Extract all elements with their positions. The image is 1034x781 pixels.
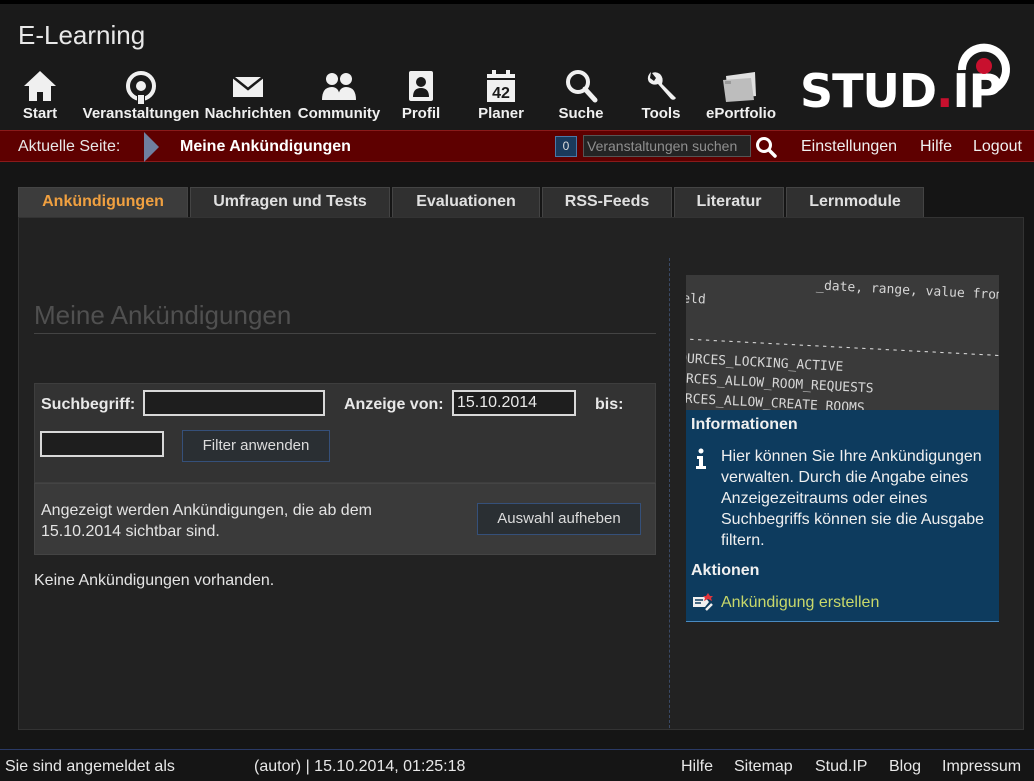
nav-label: Nachrichten (204, 105, 292, 122)
nav-label: Suche (558, 105, 604, 122)
courses-icon (81, 68, 201, 104)
link-einstellungen[interactable]: Einstellungen (801, 138, 897, 156)
logo-ring-icon (957, 43, 1010, 92)
course-search-button[interactable] (754, 135, 778, 159)
footer-link-studip[interactable]: Stud.IP (815, 758, 867, 776)
display-from-label: Anzeige von: (344, 396, 444, 413)
info-icon (696, 448, 706, 469)
nav-label: Veranstaltungen (82, 105, 200, 122)
footer-link-blog[interactable]: Blog (889, 758, 921, 776)
mail-icon (203, 68, 293, 104)
footer-link-hilfe[interactable]: Hilfe (681, 758, 713, 776)
nav-label: ePortfolio (706, 105, 776, 122)
nav-nachrichten[interactable]: Nachrichten (203, 68, 293, 128)
footer-logged-in-text: Sie sind angemeldet als (5, 758, 175, 775)
sidebar: _date, range, value from co ield -------… (686, 275, 999, 622)
nav-start[interactable]: Start (17, 68, 63, 128)
search-icon (756, 137, 777, 158)
clear-selection-button[interactable]: Auswahl aufheben (477, 503, 641, 535)
display-to-input[interactable] (40, 431, 164, 457)
tab-evaluationen[interactable]: Evaluationen (392, 187, 540, 217)
nav-eportfolio[interactable]: ePortfolio (704, 68, 778, 128)
display-to-label: bis: (595, 396, 624, 413)
search-term-label: Suchbegriff: (41, 396, 136, 413)
tab-literatur[interactable]: Literatur (674, 187, 784, 217)
footer-role-time: (autor) | 15.10.2014, 01:25:18 (254, 758, 466, 775)
breadcrumb-label: Aktuelle Seite: (18, 138, 121, 155)
filter-info-box: Angezeigt werden Ankündigungen, die ab d… (34, 483, 656, 555)
nav-label: Start (22, 105, 58, 122)
content-divider (669, 258, 670, 728)
empty-state-text: Keine Ankündigungen vorhanden. (34, 572, 275, 589)
wrench-icon (636, 68, 686, 104)
home-icon (17, 68, 63, 104)
nav-veranstaltungen[interactable]: Veranstaltungen (81, 68, 201, 128)
sidebar-actions-heading: Aktionen (691, 562, 760, 579)
display-from-input[interactable] (452, 390, 576, 416)
footer: Sie sind angemeldet als (autor) | 15.10.… (0, 749, 1034, 781)
tab-umfragen-und-tests[interactable]: Umfragen und Tests (190, 187, 390, 217)
community-icon (297, 68, 381, 104)
create-announcement-label: Ankündigung erstellen (721, 594, 880, 611)
tab-ankuendigungen[interactable]: Ankündigungen (18, 187, 188, 217)
content-panel: Meine Ankündigungen Suchbegriff: Anzeige… (18, 217, 1024, 730)
page-title: Meine Ankündigungen (34, 300, 656, 334)
calendar-icon: 42 (474, 68, 528, 104)
sidebar-image: _date, range, value from co ield -------… (686, 275, 999, 410)
studip-logo[interactable]: STUD.IP (800, 38, 1015, 118)
filter-form: Suchbegriff: Anzeige von: bis: Filter an… (34, 383, 656, 483)
nav-label: Planer (478, 105, 524, 122)
nav-label: Community (297, 105, 381, 122)
profile-icon (396, 68, 446, 104)
link-logout[interactable]: Logout (973, 138, 1022, 156)
calendar-badge: 42 (492, 85, 510, 102)
create-announcement-link[interactable]: Ankündigung erstellen (691, 592, 879, 619)
nav-label: Profil (401, 105, 441, 122)
course-search-input[interactable] (583, 135, 751, 157)
footer-link-impressum[interactable]: Impressum (942, 758, 1021, 776)
sidebar-bottom-border (686, 621, 999, 622)
sidebar-info-heading: Informationen (691, 416, 798, 433)
sidebar-info-text: Hier können Sie Ihre Ankündigungen verwa… (721, 448, 985, 549)
search-term-input[interactable] (143, 390, 325, 416)
tab-lernmodule[interactable]: Lernmodule (786, 187, 924, 217)
nav-tools[interactable]: Tools (636, 68, 686, 128)
footer-link-sitemap[interactable]: Sitemap (734, 758, 793, 776)
tab-rss-feeds[interactable]: RSS-Feeds (542, 187, 672, 217)
apply-filter-button[interactable]: Filter anwenden (182, 430, 330, 462)
breadcrumb-current: Meine Ankündigungen (180, 138, 351, 155)
nav-suche[interactable]: Suche (556, 68, 606, 128)
create-announcement-icon (693, 593, 713, 611)
folder-icon (704, 68, 778, 104)
nav-profil[interactable]: Profil (396, 68, 446, 128)
nav-community[interactable]: Community (297, 68, 381, 128)
course-search-count: 0 (555, 136, 577, 157)
sidebar-image-code: _date, range, value from co ield -------… (686, 278, 999, 410)
filter-info-text: Angezeigt werden Ankündigungen, die ab d… (41, 502, 372, 540)
link-hilfe[interactable]: Hilfe (920, 138, 952, 156)
breadcrumb-arrow-icon (144, 132, 159, 162)
header: E-Learning Start Veranstaltungen Nachric… (0, 4, 1034, 130)
breadcrumb-bar: Aktuelle Seite: Meine Ankündigungen 0 Ei… (0, 130, 1034, 162)
search-icon (556, 68, 606, 104)
nav-label: Tools (641, 105, 681, 122)
nav-planer[interactable]: 42 Planer (474, 68, 528, 128)
site-title: E-Learning (18, 20, 146, 50)
